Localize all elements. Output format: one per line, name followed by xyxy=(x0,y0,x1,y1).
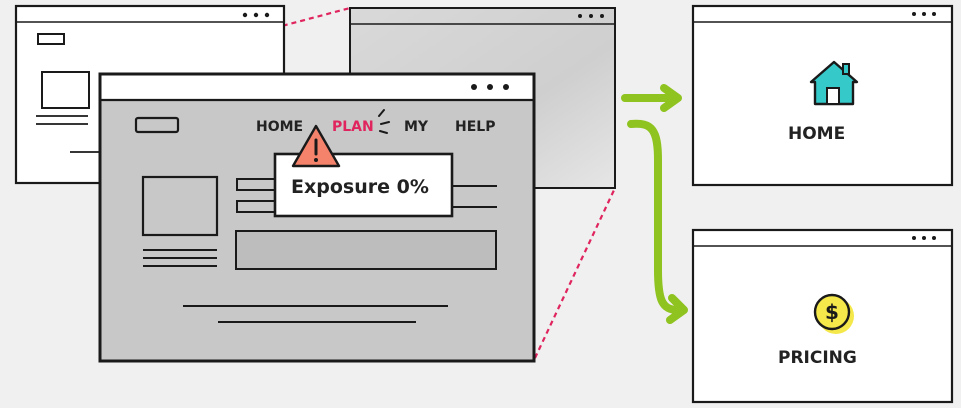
nav-item-plan[interactable]: PLAN xyxy=(332,120,374,134)
diagram-canvas: $ xyxy=(14,4,954,404)
destination-label-home: HOME xyxy=(788,124,846,144)
destination-label-pricing: PRICING xyxy=(778,348,857,368)
nav-item-home[interactable]: HOME xyxy=(256,120,303,134)
arrow-to-pricing xyxy=(627,119,682,314)
nav-item-my[interactable]: MY xyxy=(404,120,428,134)
main-wireframe-window xyxy=(98,72,536,363)
nav-item-help[interactable]: HELP xyxy=(455,120,495,134)
tooltip-text: Exposure 0% xyxy=(291,176,429,198)
flow-arrows xyxy=(621,84,688,324)
diagram-stage: $ HOME PLAN MY HELP Exposure 0% HOME PRI… xyxy=(0,0,961,408)
svg-text:$: $ xyxy=(825,300,839,324)
